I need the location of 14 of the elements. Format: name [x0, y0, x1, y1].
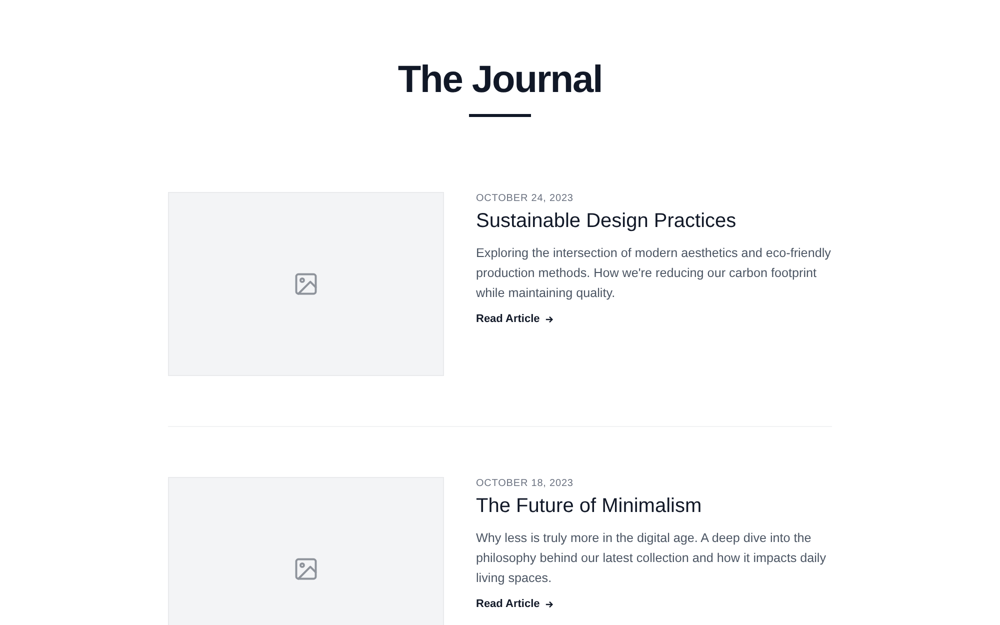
image-icon	[293, 271, 319, 297]
read-article-link[interactable]: Read Article	[476, 598, 554, 610]
article-date: OCTOBER 24, 2023	[476, 193, 574, 204]
page-title: The Journal	[398, 58, 602, 102]
article-date: OCTOBER 18, 2023	[476, 478, 574, 489]
arrow-icon	[544, 314, 554, 324]
article-excerpt: Why less is truly more in the digital age. A deep dive into the philosophy behind our latest collection and how it impacts daily living spaces.	[476, 530, 828, 587]
title-underline	[469, 114, 531, 117]
article-title: The Future of Minimalism	[476, 495, 703, 518]
article-excerpt: Exploring the intersection of modern aesthetics and eco-friendly production methods. How we're reducing our carbon footprint while maintaining quality.	[476, 245, 832, 302]
read-article-link[interactable]: Read Article	[476, 313, 554, 325]
arrow-icon	[544, 600, 554, 608]
article-title: Sustainable Design Practices	[476, 210, 738, 233]
image-icon	[293, 556, 319, 582]
